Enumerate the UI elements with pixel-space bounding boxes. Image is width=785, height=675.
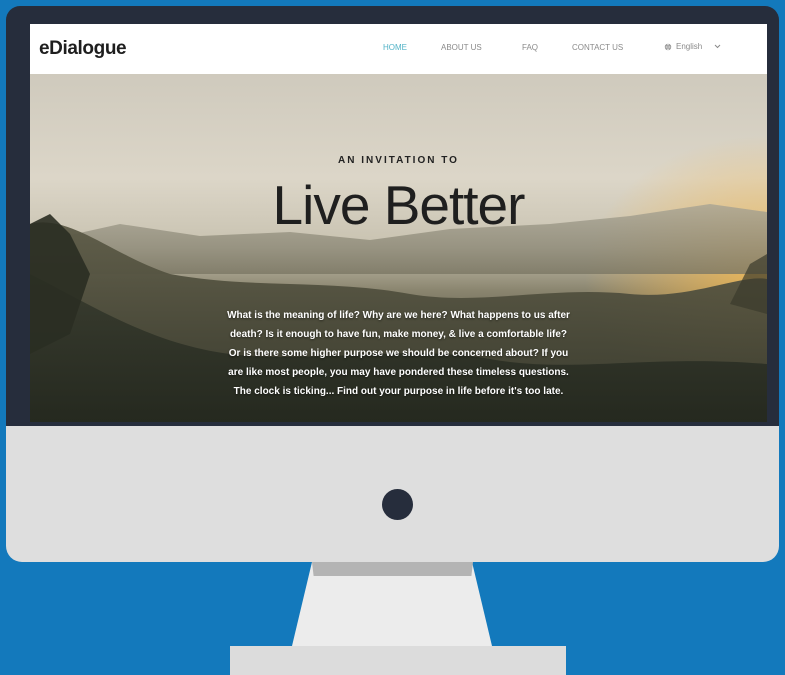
- monitor-screen: eDialogue HOME ABOUT US FAQ CONTACT US E…: [30, 24, 767, 422]
- hero-line: The clock is ticking... Find out your pu…: [233, 386, 564, 397]
- monitor-stand-base: [230, 646, 566, 675]
- nav-faq-link[interactable]: FAQ: [522, 43, 538, 52]
- language-label: English: [676, 42, 703, 51]
- hero-line: Or is there some higher purpose we shoul…: [228, 348, 569, 359]
- nav-contact-link[interactable]: CONTACT US: [572, 43, 623, 52]
- top-navbar: eDialogue HOME ABOUT US FAQ CONTACT US E…: [30, 24, 767, 75]
- hero-line: death? Is it enough to have fun, make mo…: [229, 329, 568, 340]
- hero-headline: Live Better: [272, 174, 526, 236]
- chevron-down-icon: [714, 44, 721, 49]
- hero-line: What is the meaning of life? Why are we …: [227, 310, 570, 321]
- language-selector[interactable]: English: [664, 42, 721, 51]
- site-logo[interactable]: eDialogue: [39, 38, 127, 60]
- stand-shadow: [312, 562, 473, 576]
- hero-section: AN INVITATION TO Live Better What is the…: [30, 74, 767, 422]
- nav-home-link[interactable]: HOME: [383, 43, 407, 52]
- hero-line: are like most people, you may have ponde…: [228, 367, 569, 378]
- power-button-dot: [382, 489, 413, 520]
- globe-icon: [664, 43, 672, 51]
- hero-body-text: What is the meaning of life? Why are we …: [162, 306, 635, 401]
- nav-about-link[interactable]: ABOUT US: [441, 43, 482, 52]
- hero-subtitle: AN INVITATION TO: [338, 155, 459, 166]
